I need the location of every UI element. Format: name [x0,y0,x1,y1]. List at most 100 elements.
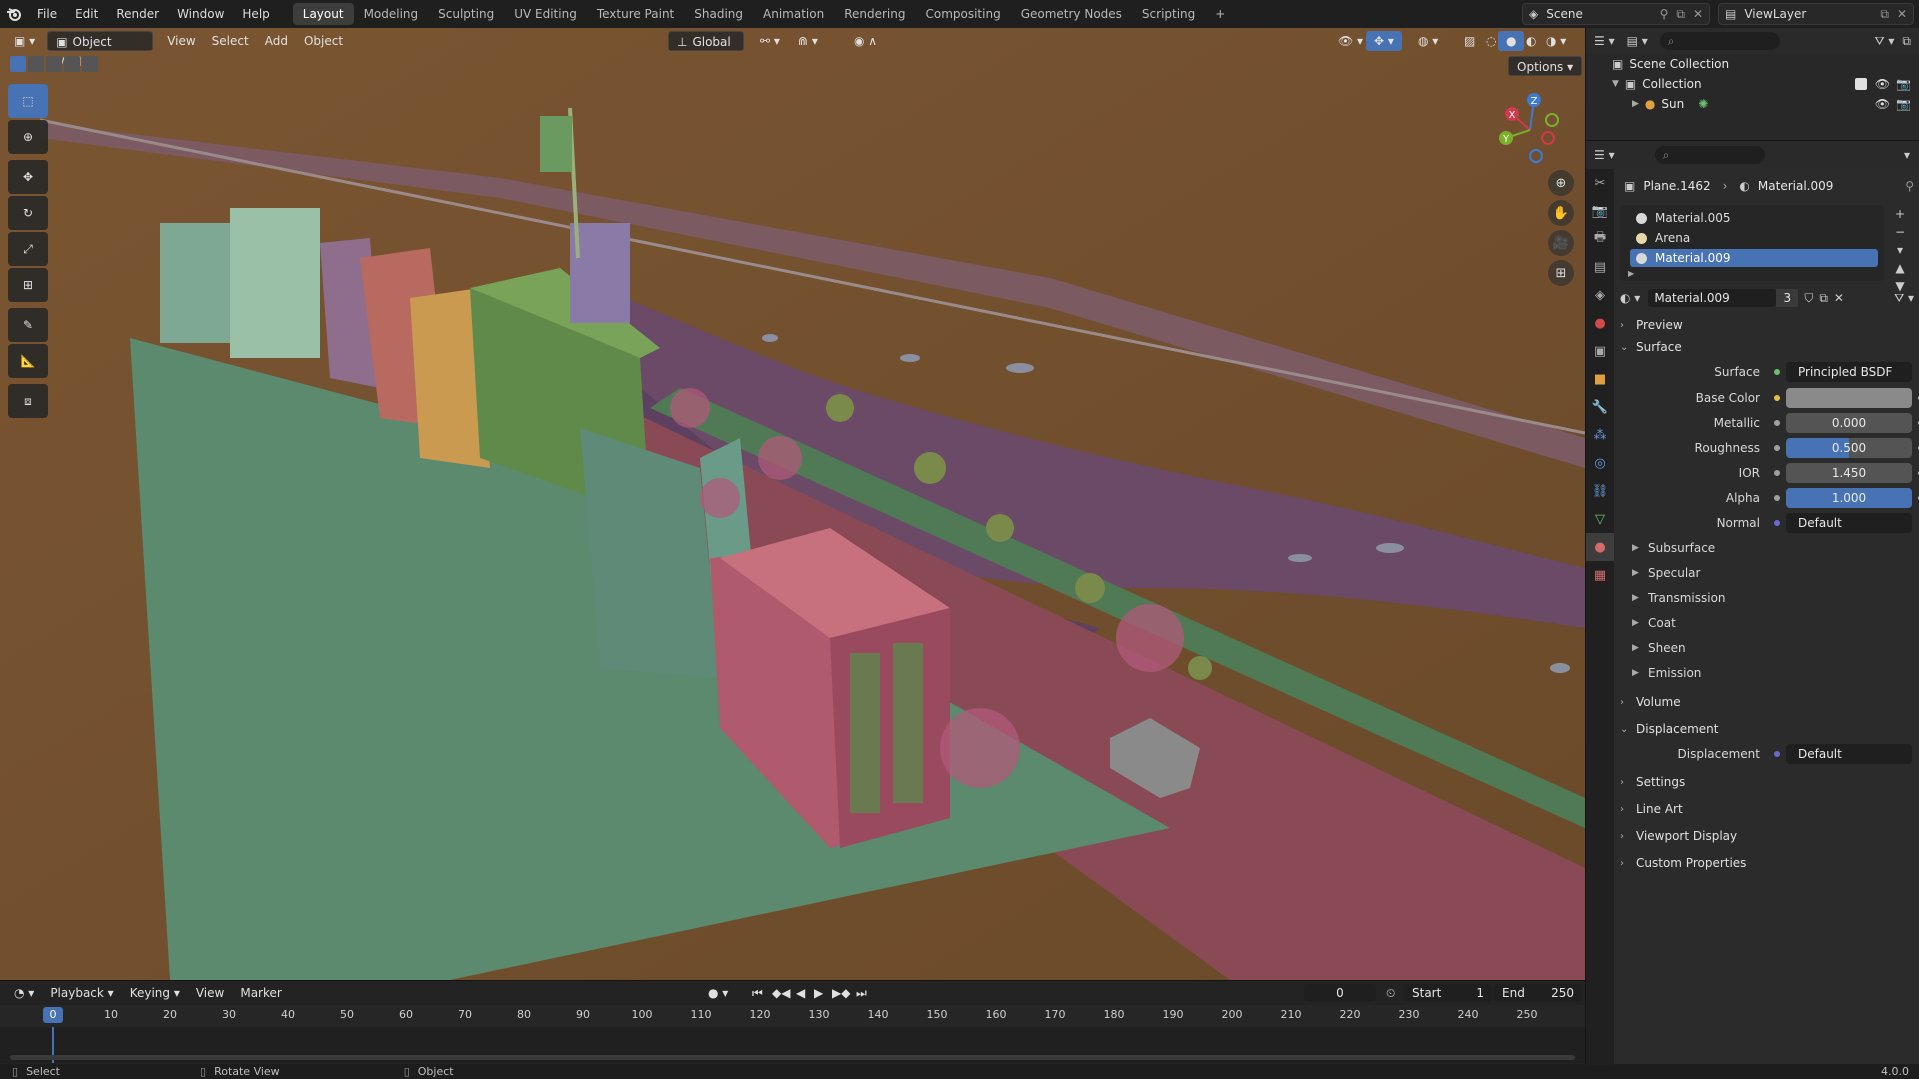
start-frame-field[interactable]: Start 1 [1404,984,1492,1002]
display-mode-icon[interactable]: ▤ ▾ [1627,34,1648,48]
menu-timeline-view[interactable]: View [188,983,232,1003]
ior-field[interactable]: 1.450 [1786,463,1912,483]
navigation-gizmo[interactable]: Z X Y [1490,86,1570,166]
panel-volume[interactable]: › Volume [1620,691,1914,713]
select-intersect-icon[interactable] [82,56,98,72]
rotate-icon[interactable]: ↻ [8,196,48,230]
unlink-icon[interactable]: ✕ [1834,291,1844,305]
menu-window[interactable]: Window [168,3,233,25]
modifier-tab-icon[interactable]: 🔧 [1586,393,1614,421]
constraints-tab-icon[interactable]: ⛓ [1586,477,1614,505]
pin-icon[interactable]: ⚲ [1905,179,1914,193]
tab-scripting[interactable]: Scripting [1132,3,1205,25]
options-button[interactable]: Options ▾ [1508,56,1583,76]
timeline-scrollbar[interactable] [10,1055,1575,1060]
blender-logo-icon[interactable] [0,0,28,28]
frame-ruler[interactable]: 0 10 20 30 40 50 60 70 80 90 100 110 120 130 140 150 16… [0,1005,1585,1027]
pin-icon[interactable]: ⚲ [1660,7,1669,21]
move-icon[interactable]: ✥ [8,160,48,194]
subpanel-sheen[interactable]: ▶ Sheen [1632,638,1686,658]
node-filter-icon[interactable]: ⛛ ▾ [1894,291,1914,306]
texture-tab-icon[interactable]: ▦ [1586,561,1614,589]
displacement-field[interactable]: Default [1786,744,1912,764]
gizmo-toggle-icon[interactable]: ✥ ▾ [1366,31,1402,51]
filter-icon[interactable]: ⛛ ▾ [1875,34,1895,49]
expand-icon[interactable]: ▼ [1612,79,1619,89]
playhead-frame-badge[interactable]: 0 [43,1007,63,1023]
tab-uv-editing[interactable]: UV Editing [504,3,587,25]
metallic-field[interactable]: 0.000 [1786,413,1912,433]
new-scene-icon[interactable]: ⧉ [1676,7,1685,22]
annotate-icon[interactable]: ✎ [8,308,48,342]
menu-object[interactable]: Object [296,31,351,51]
menu-edit[interactable]: Edit [66,3,107,25]
panel-custom-properties[interactable]: › Custom Properties [1620,852,1914,874]
outliner-search-input[interactable]: ⌕ [1659,32,1780,50]
subpanel-transmission[interactable]: ▶ Transmission [1632,588,1726,608]
render-tab-icon[interactable]: 📷 [1586,197,1614,225]
select-invert-icon[interactable] [64,56,80,72]
tab-geometry-nodes[interactable]: Geometry Nodes [1011,3,1132,25]
select-box-icon[interactable]: ⬚ [8,84,48,118]
remove-slot-icon[interactable]: − [1895,225,1905,239]
subpanel-specular[interactable]: ▶ Specular [1632,563,1700,583]
tab-sculpting[interactable]: Sculpting [428,3,504,25]
menu-keying[interactable]: Keying ▾ [122,983,188,1003]
rendered-shading-icon[interactable]: ◑ ▾ [1538,31,1574,51]
panel-viewport-display[interactable]: › Viewport Display [1620,825,1914,847]
material-name-field[interactable]: Material.009 [1648,289,1777,307]
user-count[interactable]: 3 [1776,289,1799,307]
close-icon[interactable]: ✕ [1897,7,1907,21]
browse-material-icon[interactable]: ◐ ▾ [1620,291,1640,305]
menu-playback[interactable]: Playback ▾ [42,983,121,1003]
base-color-swatch[interactable] [1786,388,1912,408]
proportional-edit-icon[interactable]: ◉ ∧ [846,31,885,51]
preview-range-icon[interactable]: ⏲ [1386,986,1395,1001]
panel-settings[interactable]: › Settings [1620,771,1914,793]
pivot-point-icon[interactable]: ⚯ ▾ [752,31,788,51]
expand-icon[interactable]: ▶ [1632,99,1639,109]
eye-icon[interactable]: 👁 [1875,97,1890,111]
menu-help[interactable]: Help [233,3,278,25]
panel-line-art[interactable]: › Line Art [1620,798,1914,820]
3d-viewport[interactable]: ▣ ▾ ▣Object Mode View Select Add Object … [0,28,1585,980]
editor-type-button[interactable]: ▣ ▾ [6,31,43,51]
collection-tab-icon[interactable]: ▣ [1586,337,1614,365]
transform-orientation-selector[interactable]: ⊥ Global [668,31,744,51]
snap-icon[interactable]: ⋒ ▾ [790,31,826,51]
output-tab-icon[interactable]: 🖶 [1586,225,1614,253]
menu-file[interactable]: File [28,3,66,25]
material-tab-icon[interactable]: ● [1586,533,1614,561]
normal-field[interactable]: Default [1786,513,1912,533]
timeline-editor-type-icon[interactable]: ◔ ▾ [6,983,42,1003]
selection-mode-icons[interactable] [10,56,98,72]
particles-tab-icon[interactable]: ⁂ [1586,421,1614,449]
visibility-icon[interactable]: 👁 ▾ [1330,31,1371,51]
eye-icon[interactable]: 👁 [1875,77,1890,91]
scale-icon[interactable]: ⤢ [8,232,48,266]
tab-animation[interactable]: Animation [753,3,834,25]
measure-icon[interactable]: 📐 [8,344,48,378]
properties-editor-icon[interactable]: ☰ ▾ [1594,148,1615,162]
scene-selector[interactable]: ◈ Scene ⚲ ⧉ ✕ [1522,3,1710,25]
transform-icon[interactable]: ⊞ [8,268,48,302]
perspective-grid-icon[interactable]: ⊞ [1548,260,1574,286]
exclude-checkbox[interactable] [1854,78,1867,90]
zoom-icon[interactable]: ⊕ [1548,170,1574,196]
menu-add[interactable]: Add [257,31,296,51]
add-cube-icon[interactable]: ⧈ [8,384,48,418]
select-subtract-icon[interactable] [46,56,62,72]
new-view-layer-icon[interactable]: ⧉ [1880,7,1889,22]
scene-tab-icon[interactable]: ◈ [1586,281,1614,309]
tool-tab-icon[interactable]: ✂ [1586,169,1614,197]
subpanel-emission[interactable]: ▶ Emission [1632,663,1701,683]
overlays-icon[interactable]: ◍ ▾ [1410,31,1446,51]
physics-tab-icon[interactable]: ◎ [1586,449,1614,477]
outliner-editor-icon[interactable]: ☰ ▾ [1594,34,1615,48]
duplicate-icon[interactable]: ⧉ [1819,291,1828,306]
select-new-icon[interactable] [10,56,26,72]
close-icon[interactable]: ✕ [1693,7,1703,21]
tab-modeling[interactable]: Modeling [354,3,429,25]
tab-compositing[interactable]: Compositing [915,3,1010,25]
alpha-field[interactable]: 1.000 [1786,488,1912,508]
